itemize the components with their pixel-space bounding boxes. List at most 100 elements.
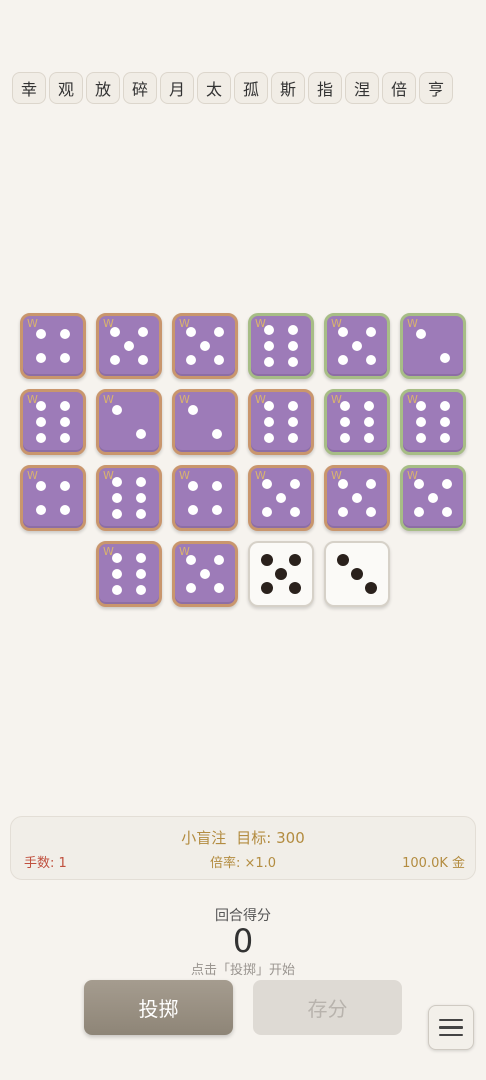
die-pip xyxy=(124,341,134,351)
tag-chip[interactable]: 亨 xyxy=(419,72,453,104)
die-pip xyxy=(212,481,222,491)
die[interactable]: W xyxy=(172,313,238,379)
start-hint: 点击「投掷」开始 xyxy=(190,963,295,978)
die-pip xyxy=(440,433,450,444)
die[interactable]: W xyxy=(248,313,314,379)
die-pip xyxy=(340,417,350,427)
target-label: 目标: 300 xyxy=(236,829,305,847)
die-pip xyxy=(260,582,273,595)
die-pip xyxy=(186,354,197,365)
die-pip xyxy=(200,569,210,579)
die-pip xyxy=(112,493,122,503)
die-pip xyxy=(264,433,274,444)
die[interactable]: W xyxy=(20,389,86,455)
dice-grid: W W W W W W W W W W W W W W W W W W W W xyxy=(20,313,468,609)
die-pip xyxy=(276,493,286,503)
die[interactable]: W xyxy=(20,465,86,531)
die-pip xyxy=(60,481,70,491)
die[interactable]: W xyxy=(96,389,162,455)
die-pip xyxy=(340,433,350,444)
die-pip xyxy=(137,327,148,338)
die[interactable]: W xyxy=(324,389,390,455)
die-mark: W xyxy=(407,469,418,482)
die-pip xyxy=(414,506,425,517)
save-score-button[interactable]: 存分 xyxy=(253,980,402,1035)
die-pip xyxy=(262,506,273,517)
tag-chip[interactable]: 放 xyxy=(86,72,120,104)
die-mark: W xyxy=(331,317,342,330)
die-mark: W xyxy=(27,393,38,406)
die-pip xyxy=(136,429,146,439)
die-mark: W xyxy=(407,317,418,330)
die[interactable]: W xyxy=(96,541,162,607)
die[interactable]: W xyxy=(248,389,314,455)
die[interactable]: W xyxy=(172,389,238,455)
die-pip xyxy=(440,417,450,427)
die-pip xyxy=(136,552,146,563)
die-pip xyxy=(60,417,70,427)
die-pip xyxy=(338,506,349,517)
die-pip xyxy=(288,400,298,411)
die-pip xyxy=(364,433,374,444)
tag-chip[interactable]: 指 xyxy=(308,72,342,104)
die[interactable]: W xyxy=(172,465,238,531)
die-pip xyxy=(36,417,46,427)
die-pip xyxy=(289,479,300,490)
die-pip xyxy=(428,493,438,503)
blind-target-line: 小盲注 目标: 300 xyxy=(11,827,475,848)
tag-chip[interactable]: 涅 xyxy=(345,72,379,104)
tag-chip[interactable]: 斯 xyxy=(271,72,305,104)
die-pip xyxy=(110,354,121,365)
tag-chip[interactable]: 孤 xyxy=(234,72,268,104)
die-pip xyxy=(36,353,46,363)
die-pip xyxy=(365,354,376,365)
tag-bar: 幸观放碎月太孤斯指涅倍亨 xyxy=(12,72,453,104)
die[interactable]: W xyxy=(324,465,390,531)
die-pip xyxy=(188,505,198,515)
die-pip xyxy=(186,582,197,593)
die-pip xyxy=(188,405,198,415)
die-pip xyxy=(416,329,426,339)
die[interactable]: W xyxy=(400,389,466,455)
die-pip xyxy=(365,327,376,338)
die-mark: W xyxy=(27,469,38,482)
die[interactable]: W xyxy=(400,465,466,531)
die-mark: W xyxy=(103,317,114,330)
die-pip xyxy=(36,505,46,515)
die-pip xyxy=(112,569,122,579)
die[interactable]: W xyxy=(96,465,162,531)
tag-chip[interactable]: 观 xyxy=(49,72,83,104)
tag-chip[interactable]: 倍 xyxy=(382,72,416,104)
die-pip xyxy=(213,327,224,338)
die-pip xyxy=(136,585,146,596)
menu-button[interactable] xyxy=(428,1005,474,1050)
die[interactable] xyxy=(324,541,390,607)
die[interactable]: W xyxy=(248,465,314,531)
tag-chip[interactable]: 太 xyxy=(197,72,231,104)
tag-chip[interactable]: 幸 xyxy=(12,72,46,104)
die[interactable]: W xyxy=(400,313,466,379)
die-pip xyxy=(60,353,70,363)
die[interactable]: W xyxy=(96,313,162,379)
die-pip xyxy=(365,479,376,490)
roll-button[interactable]: 投掷 xyxy=(84,980,233,1035)
die[interactable] xyxy=(248,541,314,607)
die[interactable]: W xyxy=(324,313,390,379)
die-pip xyxy=(60,433,70,444)
die-pip xyxy=(288,433,298,444)
die-pip xyxy=(264,357,274,368)
die-pip xyxy=(441,479,452,490)
die-pip xyxy=(416,417,426,427)
tag-chip[interactable]: 碎 xyxy=(123,72,157,104)
die-pip xyxy=(36,329,46,339)
die-pip xyxy=(60,400,70,411)
die-mark: W xyxy=(331,393,342,406)
hamburger-menu-icon xyxy=(439,1018,463,1037)
die[interactable]: W xyxy=(20,313,86,379)
die-pip xyxy=(136,493,146,503)
tag-chip[interactable]: 月 xyxy=(160,72,194,104)
die-mark: W xyxy=(407,393,418,406)
die-pip xyxy=(440,400,450,411)
die-pip xyxy=(212,429,222,439)
die[interactable]: W xyxy=(172,541,238,607)
